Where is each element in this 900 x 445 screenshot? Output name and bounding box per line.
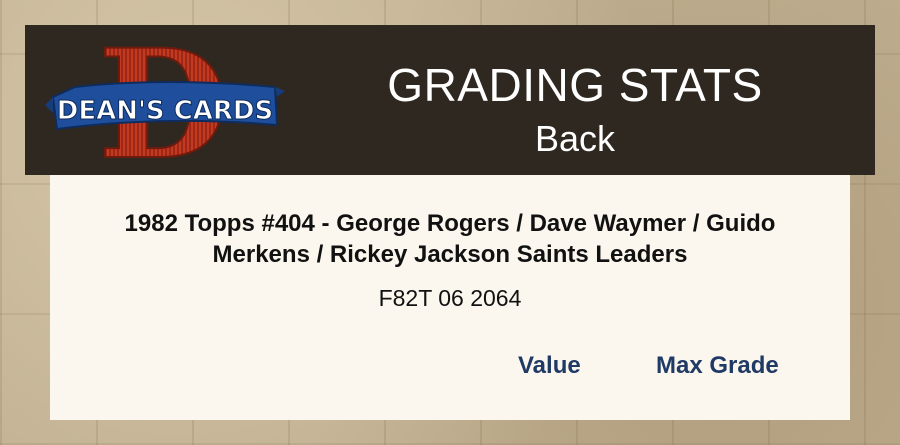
value-column-header[interactable]: Value	[518, 352, 581, 380]
card-title: 1982 Topps #404 - George Rogers / Dave W…	[124, 210, 776, 268]
max-grade-column-header[interactable]: Max Grade	[656, 352, 779, 380]
page-header: D DEAN'S CARDS GRADING STATS Back	[25, 25, 875, 175]
logo-text: DEAN'S CARDS	[57, 96, 274, 126]
deans-cards-logo[interactable]: D DEAN'S CARDS	[45, 37, 285, 167]
page-subtitle: Back	[534, 118, 616, 159]
cert-number: F82T 06 2064	[378, 285, 522, 311]
grading-stats-panel: 1982 Topps #404 - George Rogers / Dave W…	[50, 175, 850, 420]
page-title: GRADING STATS	[387, 59, 763, 111]
